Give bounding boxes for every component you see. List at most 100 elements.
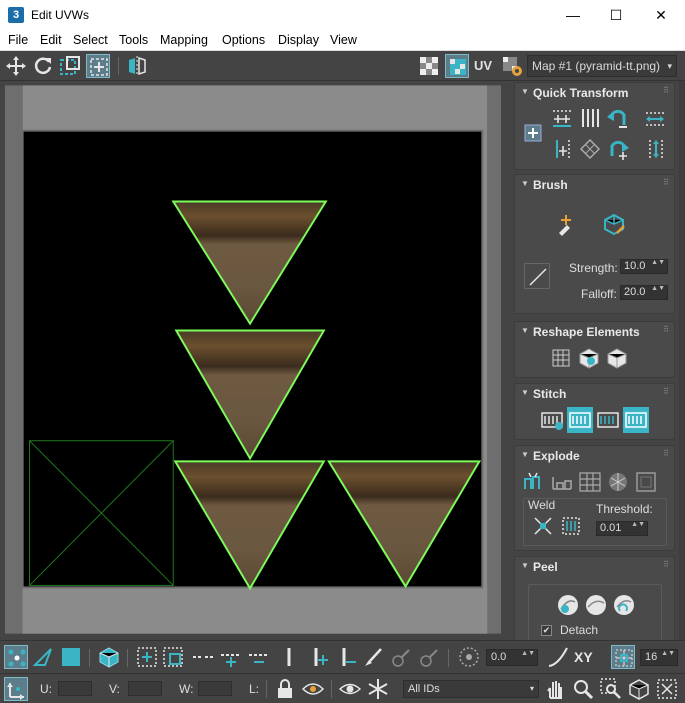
v-coord-field[interactable]	[128, 681, 162, 696]
relax-by-polygon-icon[interactable]	[604, 345, 630, 371]
w-coord-field[interactable]	[198, 681, 232, 696]
panel-scrollbar[interactable]	[679, 81, 685, 640]
rollout-header[interactable]: ▼ Peel ⠿	[515, 557, 674, 577]
stitch-to-target-icon[interactable]	[567, 407, 593, 433]
snap-grid-icon[interactable]	[611, 645, 635, 669]
stitch-average-icon[interactable]	[595, 407, 621, 433]
menu-options[interactable]: Options	[222, 33, 265, 47]
menu-file[interactable]: File	[8, 33, 28, 47]
element-mode-icon[interactable]	[97, 645, 121, 669]
spinner-arrows-icon[interactable]: ▲▼	[631, 521, 645, 528]
transform-element-icon[interactable]	[520, 120, 546, 146]
stitch-to-source-icon[interactable]	[623, 407, 649, 433]
weld-selected-icon[interactable]	[530, 513, 556, 539]
uv-axis-label[interactable]: UV	[474, 58, 492, 73]
menu-view[interactable]: View	[330, 33, 357, 47]
checker-pattern-icon[interactable]	[417, 54, 441, 78]
align-horizontal-icon[interactable]	[549, 105, 575, 131]
zoom-selected-icon[interactable]	[655, 677, 679, 701]
rotate-cw-icon[interactable]	[605, 136, 631, 162]
ring-selection-icon[interactable]	[277, 645, 301, 669]
threshold-spinner[interactable]: 0.01 ▲▼	[596, 521, 648, 536]
space-vertical-icon[interactable]	[642, 136, 668, 162]
loop-selection-icon[interactable]	[191, 645, 215, 669]
lock-icon[interactable]	[273, 677, 297, 701]
eye-icon[interactable]	[338, 677, 362, 701]
spinner-arrows-icon[interactable]: ▲▼	[651, 259, 665, 266]
spinner-arrows-icon[interactable]: ▲▼	[661, 650, 675, 657]
grow-selection-icon[interactable]	[135, 645, 159, 669]
move-icon[interactable]	[4, 54, 28, 78]
break-by-polygon-icon[interactable]	[577, 469, 603, 495]
rollout-header[interactable]: ▼ Explode ⠿	[515, 446, 674, 466]
peel-mode-icon[interactable]	[583, 592, 609, 618]
paint-relax-icon[interactable]	[601, 211, 627, 237]
align-to-edge-icon[interactable]	[549, 136, 575, 162]
angle-spinner[interactable]: 0.0 ▲▼	[486, 649, 538, 666]
polygon-mode-icon[interactable]	[59, 645, 83, 669]
paint-move-icon[interactable]	[553, 211, 579, 237]
spinner-arrows-icon[interactable]: ▲▼	[651, 285, 665, 292]
grow-ring-icon[interactable]	[307, 645, 331, 669]
strength-spinner[interactable]: 10.0 ▲▼	[620, 259, 668, 274]
paint-select-icon[interactable]	[361, 645, 385, 669]
scale-icon[interactable]	[58, 54, 82, 78]
edge-mode-icon[interactable]	[31, 645, 55, 669]
falloff-type-icon[interactable]	[546, 645, 570, 669]
show-hide-icon[interactable]	[301, 677, 325, 701]
mirror-icon[interactable]	[125, 54, 149, 78]
zoom-region-icon[interactable]	[599, 677, 623, 701]
paint-select-shrink-icon[interactable]	[417, 645, 441, 669]
count-spinner[interactable]: 16 ▲▼	[640, 649, 678, 666]
grow-loop-icon[interactable]	[219, 645, 243, 669]
stitch-custom-icon[interactable]	[539, 407, 565, 433]
absolute-offset-icon[interactable]	[4, 677, 28, 701]
flatten-by-material-icon[interactable]	[633, 469, 659, 495]
rotate-icon[interactable]	[31, 54, 55, 78]
zoom-extents-icon[interactable]	[627, 677, 651, 701]
vertex-mode-icon[interactable]	[4, 645, 28, 669]
rollout-header[interactable]: ▼ Brush ⠿	[515, 175, 674, 195]
menu-display[interactable]: Display	[278, 33, 319, 47]
straighten-icon[interactable]	[577, 136, 603, 162]
break-by-smoothing-icon[interactable]	[521, 469, 547, 495]
freeze-icon[interactable]	[366, 677, 390, 701]
menu-mapping[interactable]: Mapping	[160, 33, 208, 47]
spinner-arrows-icon[interactable]: ▲▼	[521, 650, 535, 657]
reset-peel-icon[interactable]	[611, 592, 637, 618]
shrink-loop-icon[interactable]	[247, 645, 271, 669]
minimize-button[interactable]: —	[550, 0, 596, 30]
falloff-spinner[interactable]: 20.0 ▲▼	[620, 285, 668, 300]
shrink-selection-icon[interactable]	[161, 645, 185, 669]
weld-target-icon[interactable]	[558, 513, 584, 539]
break-by-material-icon[interactable]	[549, 469, 575, 495]
uv-editor-viewport[interactable]	[0, 81, 503, 640]
quick-peel-icon[interactable]	[555, 592, 581, 618]
flatten-by-smoothing-icon[interactable]	[605, 469, 631, 495]
align-vertical-icon[interactable]	[577, 105, 603, 131]
relax-icon[interactable]	[576, 345, 602, 371]
material-id-dropdown[interactable]: All IDs ▾	[403, 680, 539, 698]
menu-select[interactable]: Select	[73, 33, 108, 47]
pan-icon[interactable]	[543, 677, 567, 701]
menu-tools[interactable]: Tools	[119, 33, 148, 47]
rollout-header[interactable]: ▼ Reshape Elements ⠿	[515, 322, 674, 342]
rotate-ccw-icon[interactable]	[605, 105, 631, 131]
zoom-icon[interactable]	[571, 677, 595, 701]
freeform-icon[interactable]	[86, 54, 110, 78]
menu-edit[interactable]: Edit	[40, 33, 62, 47]
straighten-selection-icon[interactable]	[548, 345, 574, 371]
soft-selection-icon[interactable]	[457, 645, 481, 669]
show-map-icon[interactable]	[445, 54, 469, 78]
rollout-header[interactable]: ▼ Quick Transform ⠿	[515, 83, 674, 103]
close-button[interactable]: ✕	[638, 0, 684, 30]
u-coord-field[interactable]	[58, 681, 92, 696]
map-settings-icon[interactable]	[500, 54, 524, 78]
space-horizontal-icon[interactable]	[642, 105, 668, 131]
xy-label[interactable]: XY	[574, 649, 593, 665]
maximize-button[interactable]: ☐	[593, 0, 639, 30]
detach-checkbox[interactable]: ✔	[541, 625, 552, 636]
shrink-ring-icon[interactable]	[335, 645, 359, 669]
paint-select-grow-icon[interactable]	[389, 645, 413, 669]
rollout-header[interactable]: ▼ Stitch ⠿	[515, 384, 674, 404]
